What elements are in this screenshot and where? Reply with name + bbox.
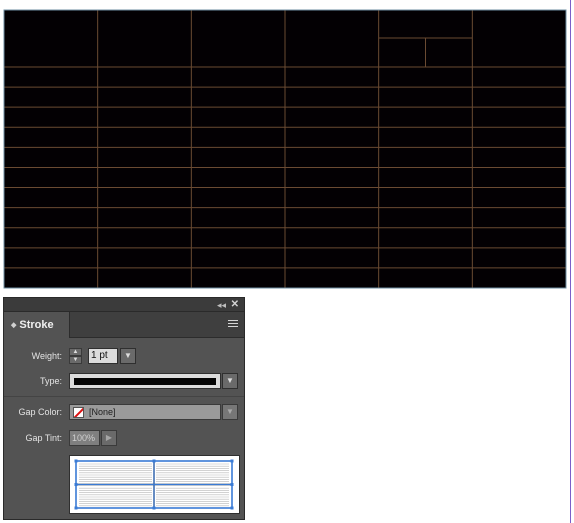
proxy-handle	[230, 483, 234, 486]
proxy-handle	[74, 506, 78, 510]
gap-tint-input[interactable]: 100%	[69, 430, 100, 446]
panel-tab-row: ◆ Stroke	[4, 312, 244, 338]
weight-input[interactable]: 1 pt	[88, 348, 118, 364]
tab-stroke-label: Stroke	[19, 319, 54, 331]
stroke-panel: ◂◂ ✕ ◆ Stroke Weight: ▲ ▼ 1 pt ▼ Type: ▼ …	[3, 297, 245, 520]
panel-menu-icon[interactable]	[228, 320, 238, 329]
gap-tint-label: Gap Tint:	[25, 433, 62, 443]
table-stroke-proxy[interactable]	[69, 455, 240, 514]
gap-color-dropdown-arrow-icon[interactable]: ▼	[222, 404, 238, 420]
gap-color-select[interactable]: [None]	[69, 404, 221, 420]
panel-title-bar[interactable]: ◂◂ ✕	[4, 298, 244, 312]
weight-dropdown-arrow-icon[interactable]: ▼	[120, 348, 136, 364]
stepper-down-icon[interactable]: ▼	[69, 356, 82, 364]
tab-expand-icon: ◆	[11, 322, 17, 329]
proxy-handle	[230, 506, 234, 510]
page-guide	[570, 0, 571, 523]
proxy-handle	[74, 459, 78, 463]
stepper-up-icon[interactable]: ▲	[69, 348, 82, 356]
gap-color-value: [None]	[89, 407, 116, 417]
proxy-preview	[74, 459, 234, 510]
proxy-handle	[152, 459, 156, 463]
proxy-handle	[230, 459, 234, 463]
weight-stepper[interactable]: ▲ ▼	[69, 348, 82, 364]
none-swatch-icon	[73, 407, 84, 418]
close-icon[interactable]: ✕	[231, 298, 239, 312]
weight-label: Weight:	[31, 351, 62, 361]
proxy-handle	[152, 506, 156, 510]
type-dropdown-arrow-icon[interactable]: ▼	[222, 373, 238, 389]
tab-stroke[interactable]: ◆ Stroke	[4, 312, 70, 338]
table-frame[interactable]	[0, 0, 574, 295]
stroke-panel-body: Weight: ▲ ▼ 1 pt ▼ Type: ▼ Gap Color: [N…	[4, 338, 244, 520]
stroke-type-preview	[74, 378, 216, 385]
type-label: Type:	[39, 376, 62, 386]
panel-divider	[4, 396, 244, 397]
collapse-icon[interactable]: ◂◂	[217, 298, 226, 312]
type-select[interactable]	[69, 373, 221, 389]
gap-color-label: Gap Color:	[18, 407, 62, 417]
apply-arrow-icon[interactable]: ▶	[101, 430, 117, 446]
proxy-handle	[74, 483, 78, 486]
